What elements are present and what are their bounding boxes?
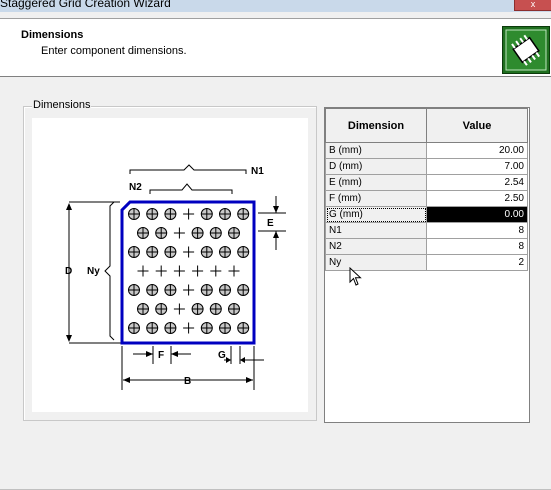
- f-label: F: [158, 350, 164, 361]
- ball-pad: [128, 208, 140, 220]
- dimension-value[interactable]: 8: [426, 238, 528, 255]
- table-row[interactable]: N2 8: [325, 238, 528, 255]
- empty-ball-site: [210, 265, 222, 277]
- d-label: D: [65, 266, 72, 277]
- empty-ball-site: [155, 265, 167, 277]
- dimension-value[interactable]: 20.00: [426, 142, 528, 159]
- dimension-value[interactable]: 2.50: [426, 190, 528, 207]
- window-title: Staggered Grid Creation Wizard: [0, 0, 171, 10]
- n2-brace: [149, 183, 233, 194]
- b-label: B: [184, 376, 191, 387]
- dimension-name[interactable]: N2: [325, 238, 427, 255]
- g-label: G: [218, 350, 226, 361]
- mouse-pointer-icon: [349, 266, 363, 290]
- ball-pad: [164, 322, 177, 334]
- ball-pad: [200, 208, 213, 220]
- ball-pad: [164, 208, 177, 220]
- dimension-diagram: N1 N2 D Ny E F G B: [32, 118, 308, 412]
- dimension-name[interactable]: G (mm): [325, 206, 427, 223]
- empty-ball-site: [183, 246, 195, 258]
- empty-ball-site: [183, 208, 195, 220]
- ball-pad: [146, 246, 159, 258]
- n1-brace: [129, 164, 247, 174]
- ball-pad: [137, 303, 149, 315]
- dimension-value-editing[interactable]: 0.00: [426, 206, 528, 223]
- table-row[interactable]: B (mm) 20.00: [325, 142, 528, 159]
- n2-label: N2: [129, 182, 142, 193]
- ball-pad: [155, 227, 168, 239]
- ball-pad: [191, 227, 204, 239]
- ball-pad: [219, 284, 231, 296]
- empty-ball-site: [173, 265, 185, 277]
- table-row[interactable]: E (mm) 2.54: [325, 174, 528, 191]
- dimension-grid[interactable]: Dimension Value B (mm) 20.00 D (mm) 7.00 E…: [324, 107, 530, 423]
- ball-pad: [219, 208, 231, 220]
- ball-pad: [209, 227, 222, 239]
- ball-pad: [146, 322, 159, 334]
- ball-pad: [200, 322, 213, 334]
- ball-pad: [164, 246, 177, 258]
- wizard-header: Dimensions Enter component dimensions.: [0, 18, 551, 77]
- dimension-name[interactable]: D (mm): [325, 158, 427, 175]
- table-row[interactable]: F (mm) 2.50: [325, 190, 528, 207]
- ny-label: Ny: [87, 266, 100, 277]
- dimension-value[interactable]: 2.54: [426, 174, 528, 191]
- empty-ball-site: [228, 265, 240, 277]
- dimension-name[interactable]: Ny: [325, 254, 427, 271]
- ball-pad: [128, 246, 140, 258]
- groupbox-label: Dimensions: [32, 99, 92, 111]
- ball-pad: [237, 284, 250, 296]
- empty-ball-site: [137, 265, 149, 277]
- ball-pad: [146, 208, 159, 220]
- e-label: E: [267, 218, 274, 229]
- ball-pad: [209, 303, 222, 315]
- ball-pad: [219, 322, 231, 334]
- ball-pad: [164, 284, 177, 296]
- ball-pad: [237, 208, 250, 220]
- ball-pad: [237, 322, 250, 334]
- empty-ball-site: [183, 322, 195, 334]
- wizard-chip-icon: [502, 26, 550, 74]
- ball-pad: [228, 227, 240, 239]
- dimension-value[interactable]: 7.00: [426, 158, 528, 175]
- ny-brace: [104, 201, 115, 341]
- table-row[interactable]: D (mm) 7.00: [325, 158, 528, 175]
- empty-ball-site: [183, 284, 195, 296]
- empty-ball-site: [173, 227, 185, 239]
- ball-pad: [128, 284, 140, 296]
- ball-pad: [200, 284, 213, 296]
- ball-pad: [137, 227, 149, 239]
- title-bar: Staggered Grid Creation Wizard x: [0, 0, 551, 12]
- column-header-dimension[interactable]: Dimension: [325, 108, 427, 143]
- n1-label: N1: [251, 166, 264, 177]
- page-title: Dimensions: [21, 29, 84, 41]
- dimension-name[interactable]: F (mm): [325, 190, 427, 207]
- ball-pad: [237, 246, 250, 258]
- dimension-name[interactable]: E (mm): [325, 174, 427, 191]
- table-row-selected[interactable]: G (mm) 0.00: [325, 206, 528, 223]
- table-row[interactable]: N1 8: [325, 222, 528, 239]
- ball-grid: [128, 208, 250, 334]
- empty-ball-site: [173, 303, 185, 315]
- close-icon: x: [530, 0, 536, 9]
- empty-ball-site: [192, 265, 204, 277]
- ball-pad: [191, 303, 204, 315]
- ball-pad: [155, 303, 168, 315]
- ball-pad: [128, 322, 140, 334]
- ball-pad: [219, 246, 231, 258]
- ball-pad: [228, 303, 240, 315]
- ball-pad: [200, 246, 213, 258]
- dimension-value[interactable]: 8: [426, 222, 528, 239]
- dimension-name[interactable]: B (mm): [325, 142, 427, 159]
- dimension-name[interactable]: N1: [325, 222, 427, 239]
- column-header-value[interactable]: Value: [426, 108, 528, 143]
- dimension-value[interactable]: 2: [426, 254, 528, 271]
- page-subtitle: Enter component dimensions.: [41, 45, 187, 57]
- close-button[interactable]: x: [514, 0, 551, 11]
- ball-pad: [146, 284, 159, 296]
